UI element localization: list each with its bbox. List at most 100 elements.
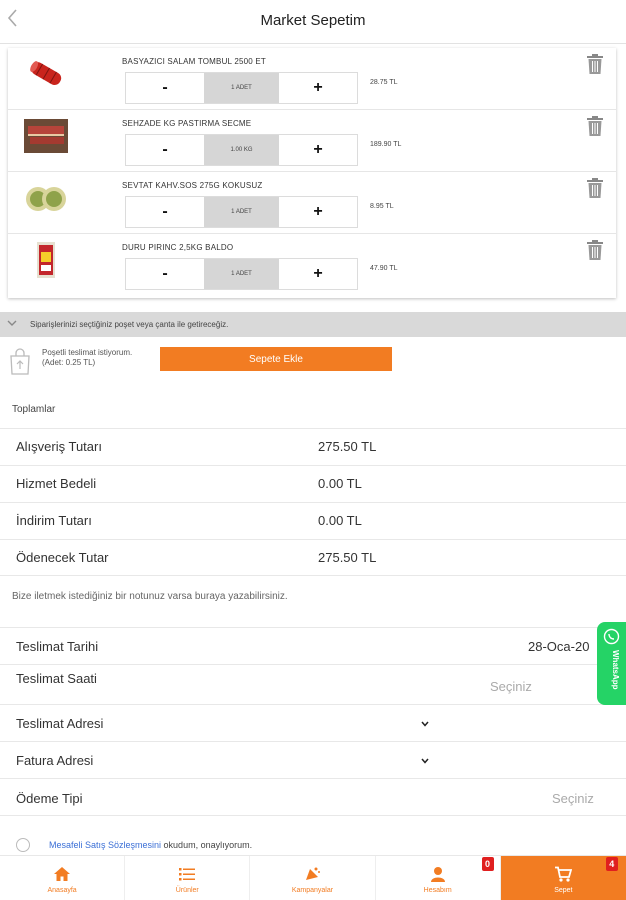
total-label: İndirim Tutarı (16, 513, 92, 528)
decrease-button[interactable]: - (126, 135, 204, 165)
product-price: 47.90 TL (370, 265, 398, 272)
nav-label: Sepet (554, 887, 573, 894)
notice-text: Siparişlerinizi seçtiğiniz poşet veya ça… (30, 320, 229, 329)
trash-icon[interactable] (586, 53, 604, 75)
nav-campaigns[interactable]: Kampanyalar (250, 856, 376, 900)
product-price: 28.75 TL (370, 79, 398, 86)
total-label: Alışveriş Tutarı (16, 439, 102, 454)
bag-option-price: (Adet: 0.25 TL) (42, 358, 96, 367)
whatsapp-button[interactable]: WhatsApp (597, 622, 626, 705)
bag-option-label: Poşetli teslimat istiyorum. (42, 348, 133, 357)
cart-badge: 4 (605, 857, 618, 871)
delivery-date-row[interactable]: Teslimat Tarihi 28-Oca-20 (0, 627, 626, 664)
quantity-value: 1 ADET (204, 73, 279, 103)
whatsapp-icon (603, 628, 620, 645)
nav-products[interactable]: Ürünler (125, 856, 251, 900)
campaign-icon (306, 867, 321, 880)
product-image-rice (37, 242, 55, 278)
total-row: Ödenecek Tutar 275.50 TL (0, 539, 626, 576)
cart-item: BASYAZICI SALAM TOMBUL 2500 ET - 1 ADET … (8, 48, 616, 110)
product-image-salami (30, 61, 62, 86)
product-name: DURU PIRINC 2,5KG BALDO (122, 243, 234, 252)
whatsapp-label: WhatsApp (611, 650, 620, 690)
bottom-nav: Anasayfa Ürünler Kampanyalar Hesabım 0 S… (0, 855, 626, 900)
payment-type-select[interactable]: Seçiniz (552, 791, 594, 806)
account-badge: 0 (481, 857, 494, 871)
nav-label: Ürünler (175, 887, 199, 894)
decrease-button[interactable]: - (126, 197, 204, 227)
product-image-pastirma (24, 119, 68, 153)
product-name: SEVTAT KAHV.SOS 275G KOKUSUZ (122, 181, 263, 190)
nav-label: Hesabım (423, 887, 452, 894)
delivery-time-label: Teslimat Saati (16, 671, 97, 686)
quantity-value: 1 ADET (204, 259, 279, 289)
cart-list: BASYAZICI SALAM TOMBUL 2500 ET - 1 ADET … (8, 48, 616, 298)
total-value: 275.50 TL (318, 439, 377, 454)
trash-icon[interactable] (586, 239, 604, 261)
increase-button[interactable]: + (279, 197, 357, 227)
quantity-value: 1 ADET (204, 197, 279, 227)
product-price: 8.95 TL (370, 203, 394, 210)
agreement-link[interactable]: Mesafeli Satış Sözleşmesini (49, 840, 161, 850)
agreement-rest: okudum, onaylıyorum. (161, 840, 253, 850)
delivery-address-label: Teslimat Adresi (16, 716, 104, 731)
page-title: Market Sepetim (260, 12, 366, 29)
payment-type-row[interactable]: Ödeme Tipi Seçiniz (0, 778, 626, 816)
cart-item: DURU PIRINC 2,5KG BALDO - 1 ADET + 47.90… (8, 234, 616, 296)
total-label: Ödenecek Tutar (16, 550, 109, 565)
app-header: Market Sepetim (0, 0, 626, 44)
nav-label: Kampanyalar (291, 887, 334, 894)
quantity-stepper: - 1 ADET + (125, 72, 358, 104)
chevron-down-icon (421, 721, 429, 727)
add-to-cart-button[interactable]: Sepete Ekle (160, 347, 392, 371)
payment-type-label: Ödeme Tipi (16, 791, 83, 806)
product-name: BASYAZICI SALAM TOMBUL 2500 ET (122, 57, 266, 66)
quantity-stepper: - 1.00 KG + (125, 134, 358, 166)
delivery-time-select[interactable]: Seçiniz (490, 679, 532, 694)
product-name: SEHZADE KG PASTIRMA SECME (122, 119, 252, 128)
agreement-radio[interactable] (16, 838, 30, 852)
delivery-address-row[interactable]: Teslimat Adresi (0, 704, 626, 741)
bag-notice-bar[interactable]: Siparişlerinizi seçtiğiniz poşet veya ça… (0, 312, 626, 337)
chevron-down-icon (421, 758, 429, 764)
increase-button[interactable]: + (279, 135, 357, 165)
total-value: 275.50 TL (318, 550, 377, 565)
total-value: 0.00 TL (318, 513, 362, 528)
user-icon (430, 867, 445, 882)
totals-heading: Toplamlar (12, 404, 56, 415)
nav-account[interactable]: Hesabım 0 (376, 856, 501, 900)
total-row: İndirim Tutarı 0.00 TL (0, 502, 626, 539)
shopping-bag-icon (10, 348, 30, 375)
invoice-address-label: Fatura Adresi (16, 753, 94, 768)
delivery-date-value: 28-Oca-20 (528, 639, 590, 654)
cart-icon (555, 866, 573, 882)
invoice-address-row[interactable]: Fatura Adresi (0, 741, 626, 778)
increase-button[interactable]: + (279, 259, 357, 289)
trash-icon[interactable] (586, 115, 604, 137)
nav-cart[interactable]: Sepet 4 (500, 856, 626, 900)
delivery-date-label: Teslimat Tarihi (16, 639, 99, 654)
decrease-button[interactable]: - (126, 259, 204, 289)
decrease-button[interactable]: - (126, 73, 204, 103)
nav-label: Anasayfa (47, 887, 77, 894)
quantity-stepper: - 1 ADET + (125, 258, 358, 290)
agreement-text: Mesafeli Satış Sözleşmesini okudum, onay… (49, 840, 252, 850)
list-icon (179, 868, 196, 881)
total-label: Hizmet Bedeli (16, 476, 97, 491)
order-note-input[interactable]: Bize iletmek istediğiniz bir notunuz var… (12, 591, 288, 602)
total-row: Hizmet Bedeli 0.00 TL (0, 465, 626, 502)
home-icon (54, 867, 71, 881)
cart-item: SEVTAT KAHV.SOS 275G KOKUSUZ - 1 ADET + … (8, 172, 616, 234)
trash-icon[interactable] (586, 177, 604, 199)
quantity-stepper: - 1 ADET + (125, 196, 358, 228)
cart-item: SEHZADE KG PASTIRMA SECME - 1.00 KG + 18… (8, 110, 616, 172)
delivery-time-row[interactable]: Teslimat Saati Seçiniz (0, 664, 626, 704)
total-value: 0.00 TL (318, 476, 362, 491)
quantity-value: 1.00 KG (204, 135, 279, 165)
increase-button[interactable]: + (279, 73, 357, 103)
total-row: Alışveriş Tutarı 275.50 TL (0, 428, 626, 465)
product-image-sauce (26, 187, 66, 211)
nav-home[interactable]: Anasayfa (0, 856, 126, 900)
chevron-down-icon (7, 320, 17, 326)
product-price: 189.90 TL (370, 141, 402, 148)
